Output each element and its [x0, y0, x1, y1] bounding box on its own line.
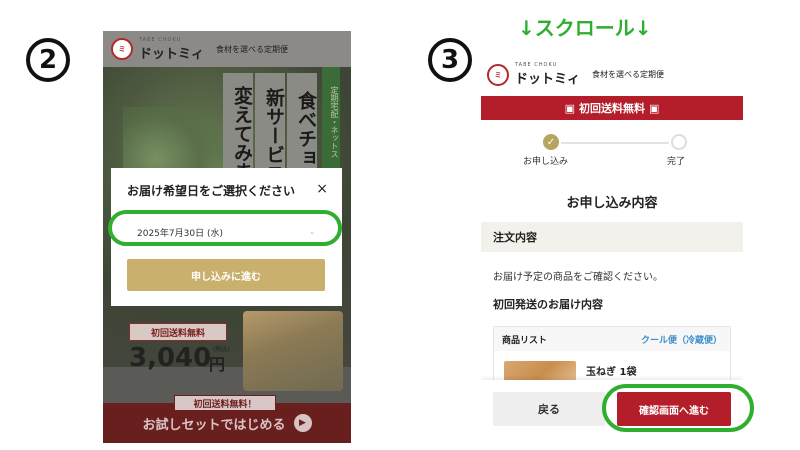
- price-unit: 円: [209, 355, 226, 374]
- proceed-button[interactable]: 申し込みに進む: [127, 259, 325, 291]
- step-3-badge: 3: [428, 38, 472, 82]
- brand-name: ドットミィ: [139, 46, 205, 62]
- product-card-header: 商品リスト クール便（冷蔵便）: [494, 327, 730, 351]
- progress-steps: ✓ お申し込み 完了: [481, 130, 743, 180]
- gift-box-icon: ▣: [649, 101, 660, 115]
- progress-step-2: 完了: [667, 157, 686, 167]
- free-shipping-banner: ▣ 初回送料無料 ▣: [481, 96, 743, 120]
- side-ribbon: 定期宅配・ネットス: [322, 67, 340, 177]
- brand-tagline: 食材を選べる定期便: [216, 44, 289, 54]
- order-title: お申し込み内容: [566, 196, 658, 211]
- section-heading: 注文内容: [481, 222, 743, 252]
- banner-label: 初回送料無料: [579, 102, 645, 115]
- brand-logo-icon: ミ: [111, 38, 133, 60]
- progress-step-1: お申し込み: [523, 157, 569, 167]
- step-pending-icon: [671, 134, 687, 150]
- first-shipment-heading: 初回発送のお届け内容: [493, 298, 603, 311]
- brand-logo-text: TABE CHOKU ドットミィ: [139, 37, 204, 62]
- check-icon: ✓: [543, 134, 559, 150]
- right-header: ミ TABE CHOKU ドットミィ 食材を選べる定期便: [487, 62, 664, 87]
- vegetable-box-image: [243, 311, 343, 391]
- product-list-label: 商品リスト: [502, 335, 548, 346]
- start-trial-label: お試しセットではじめる: [142, 417, 286, 433]
- price-label: 初回送料無料: [129, 323, 227, 341]
- scroll-note: ↓スクロール↓: [518, 16, 652, 40]
- free-shipping-tag: 初回送料無料！: [174, 395, 276, 411]
- left-header: ミ TABE CHOKU ドットミィ 食材を選べる定期便: [103, 31, 351, 67]
- brand-name: ドットミィ: [515, 72, 581, 87]
- product-name: 玉ねぎ 1袋: [586, 367, 637, 378]
- gift-box-icon: ▣: [564, 101, 575, 115]
- play-icon: ▶: [293, 414, 312, 432]
- shipping-type-link[interactable]: クール便（冷蔵便）: [641, 333, 722, 346]
- price-value: 3,040: [129, 343, 212, 373]
- progress-line: [561, 142, 669, 144]
- brand-logo-text: TABE CHOKU ドットミィ: [515, 62, 580, 87]
- highlight-date-ring: [108, 210, 342, 246]
- modal-title: お届け希望日をご選択ください: [127, 184, 296, 198]
- highlight-confirm-ring: [602, 384, 754, 432]
- step-2-badge: 2: [26, 38, 70, 82]
- brand-logo-icon: ミ: [487, 63, 509, 86]
- confirm-instructions: お届け予定の商品をご確認ください。: [493, 272, 663, 283]
- close-icon[interactable]: ×: [316, 181, 328, 197]
- back-button[interactable]: 戻る: [493, 392, 605, 426]
- brand-tagline: 食材を選べる定期便: [592, 70, 665, 79]
